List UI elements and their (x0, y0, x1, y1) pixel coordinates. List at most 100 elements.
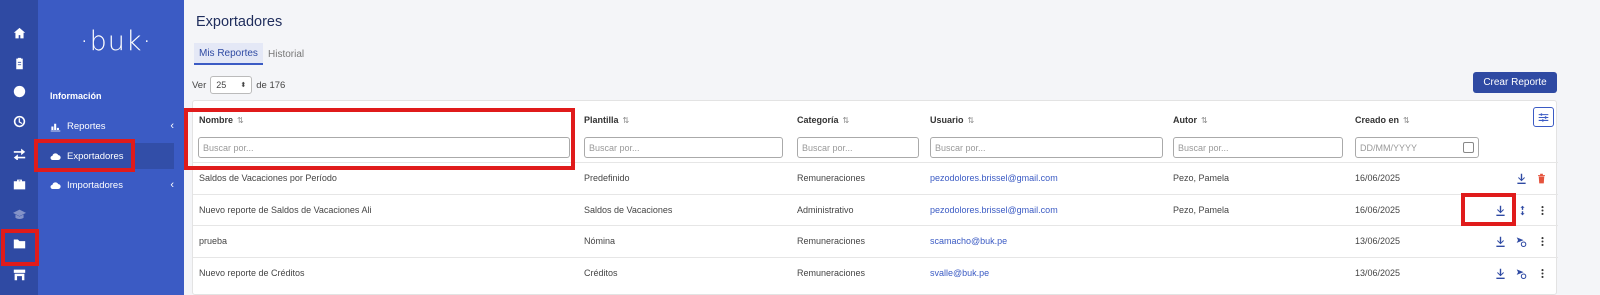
tab-mis-reportes[interactable]: Mis Reportes (194, 43, 263, 65)
menu-item-reportes[interactable]: Reportes ‹ (38, 113, 174, 139)
filter-input-usuario[interactable]: Buscar por... (930, 137, 1163, 158)
pagination-total: de 176 (256, 79, 286, 91)
menu-heading: Información (50, 91, 102, 101)
download-icon[interactable] (1494, 204, 1506, 216)
cell-plantilla: Nómina (584, 236, 616, 246)
table-row: prueba Nómina Remuneraciones scamacho@bu… (193, 225, 1558, 256)
sort-icon[interactable]: ⇅ (968, 116, 975, 125)
menu-item-exportadores[interactable]: Exportadores (38, 143, 174, 169)
column-label: Autor (1173, 115, 1197, 125)
sliders-icon (1538, 112, 1549, 122)
column-label: Plantilla (584, 115, 619, 125)
cell-autor: Pezo, Pamela (1173, 173, 1230, 183)
column-settings-button[interactable] (1533, 107, 1554, 127)
table-row: Saldos de Vacaciones por Período Predefi… (193, 162, 1558, 193)
cell-categoria: Remuneraciones (797, 173, 866, 183)
pagination-control: Ver 25 ⬍ de 176 (192, 76, 285, 94)
sort-icon[interactable]: ⇅ (1403, 116, 1410, 125)
per-page-value: 25 (216, 80, 227, 90)
schedule-send-icon[interactable] (1515, 235, 1527, 247)
cell-categoria: Remuneraciones (797, 268, 866, 278)
briefcase-icon[interactable] (0, 170, 38, 198)
main-content: Exportadores Mis Reportes Historial Ver … (184, 0, 1600, 295)
store-icon[interactable] (0, 260, 38, 288)
cell-creado-en: 16/06/2025 (1355, 173, 1401, 183)
column-header-nombre[interactable]: Nombre ⇅ (199, 115, 244, 125)
cell-creado-en: 13/06/2025 (1355, 268, 1401, 278)
tab-historial[interactable]: Historial (263, 43, 309, 65)
column-header-autor[interactable]: Autor ⇅ (1173, 115, 1208, 125)
sort-icon[interactable]: ⇅ (1201, 116, 1208, 125)
graduation-icon[interactable] (0, 200, 38, 228)
date-placeholder: DD/MM/YYYY (1360, 142, 1418, 153)
sort-icon[interactable]: ⇅ (623, 116, 630, 125)
column-header-plantilla[interactable]: Plantilla ⇅ (584, 115, 629, 125)
chevron-left-icon[interactable]: ‹ (170, 120, 174, 132)
cell-usuario[interactable]: svalle@buk.pe (930, 268, 989, 278)
coin-icon[interactable] (0, 77, 38, 105)
filter-input-plantilla[interactable]: Buscar por... (584, 137, 783, 158)
column-label: Usuario (930, 115, 964, 125)
cell-usuario[interactable]: scamacho@buk.pe (930, 236, 1007, 246)
cell-creado-en: 13/06/2025 (1355, 236, 1401, 246)
home-icon[interactable] (0, 19, 38, 47)
clock-icon[interactable] (0, 107, 38, 135)
sort-icon[interactable]: ⇅ (237, 116, 244, 125)
reports-table: Nombre ⇅ Plantilla ⇅ Categoría ⇅ Usuario ⇅ A… (192, 100, 1558, 295)
cell-usuario[interactable]: pezodolores.brissel@gmail.com (930, 173, 1058, 183)
per-page-select[interactable]: 25 ⬍ (210, 76, 253, 94)
download-icon[interactable] (1494, 235, 1506, 247)
sort-icon[interactable]: ⇅ (843, 116, 850, 125)
download-icon[interactable] (1494, 267, 1506, 279)
filter-input-creado-en[interactable]: DD/MM/YYYY (1355, 137, 1479, 158)
more-vertical-icon[interactable] (1536, 235, 1548, 247)
menu-item-importadores[interactable]: Importadores ‹ (38, 172, 174, 198)
pagination-prefix: Ver (192, 79, 207, 91)
select-arrows-icon: ⬍ (240, 82, 247, 89)
column-label: Categoría (797, 115, 839, 125)
transfer-icon[interactable] (0, 139, 38, 167)
cell-usuario[interactable]: pezodolores.brissel@gmail.com (930, 205, 1058, 215)
cell-nombre: Saldos de Vacaciones por Período (199, 173, 337, 183)
cell-plantilla: Créditos (584, 268, 618, 278)
cell-nombre: prueba (199, 236, 228, 246)
clipboard-icon[interactable] (0, 49, 38, 77)
column-header-categoria[interactable]: Categoría ⇅ (797, 115, 849, 125)
menu-item-label: Exportadores (67, 150, 124, 162)
icon-rail (0, 0, 38, 295)
table-row: Nuevo reporte de Créditos Créditos Remun… (193, 257, 1558, 288)
more-vertical-icon[interactable] (1536, 204, 1548, 216)
column-header-creado-en[interactable]: Creado en ⇅ (1355, 115, 1410, 125)
cell-creado-en: 16/06/2025 (1355, 205, 1401, 215)
share-icon[interactable] (1516, 204, 1528, 216)
table-row: Nuevo reporte de Saldos de Vacaciones Al… (193, 194, 1558, 225)
filter-input-categoria[interactable]: Buscar por... (797, 137, 919, 158)
cell-nombre: Nuevo reporte de Saldos de Vacaciones Al… (199, 205, 372, 215)
column-label: Nombre (199, 115, 234, 125)
calendar-icon[interactable] (1463, 142, 1474, 153)
page-title: Exportadores (196, 14, 283, 30)
more-vertical-icon[interactable] (1536, 267, 1548, 279)
side-menu: ·buk· Información Reportes ‹ Exportadore… (38, 0, 184, 295)
trash-icon[interactable] (1535, 172, 1547, 184)
buk-logo: ·buk· (80, 26, 153, 57)
cell-autor: Pezo, Pamela (1173, 205, 1230, 215)
download-icon[interactable] (1515, 172, 1527, 184)
create-report-button[interactable]: Crear Reporte (1473, 72, 1557, 93)
menu-item-label: Importadores (67, 179, 123, 191)
bar-chart-icon (50, 123, 61, 131)
cloud-icon (50, 181, 61, 189)
folder-icon[interactable] (0, 229, 38, 257)
cell-nombre: Nuevo reporte de Créditos (199, 268, 305, 278)
filter-input-autor[interactable]: Buscar por... (1173, 137, 1343, 158)
menu-item-label: Reportes (67, 120, 106, 132)
column-label: Creado en (1355, 115, 1400, 125)
chevron-left-icon[interactable]: ‹ (170, 179, 174, 191)
column-header-usuario[interactable]: Usuario ⇅ (930, 115, 974, 125)
cell-plantilla: Predefinido (584, 173, 630, 183)
cell-categoria: Administrativo (797, 205, 854, 215)
cell-categoria: Remuneraciones (797, 236, 866, 246)
filter-input-nombre[interactable]: Buscar por... (198, 137, 570, 158)
cloud-icon (50, 152, 61, 160)
schedule-send-icon[interactable] (1515, 267, 1527, 279)
